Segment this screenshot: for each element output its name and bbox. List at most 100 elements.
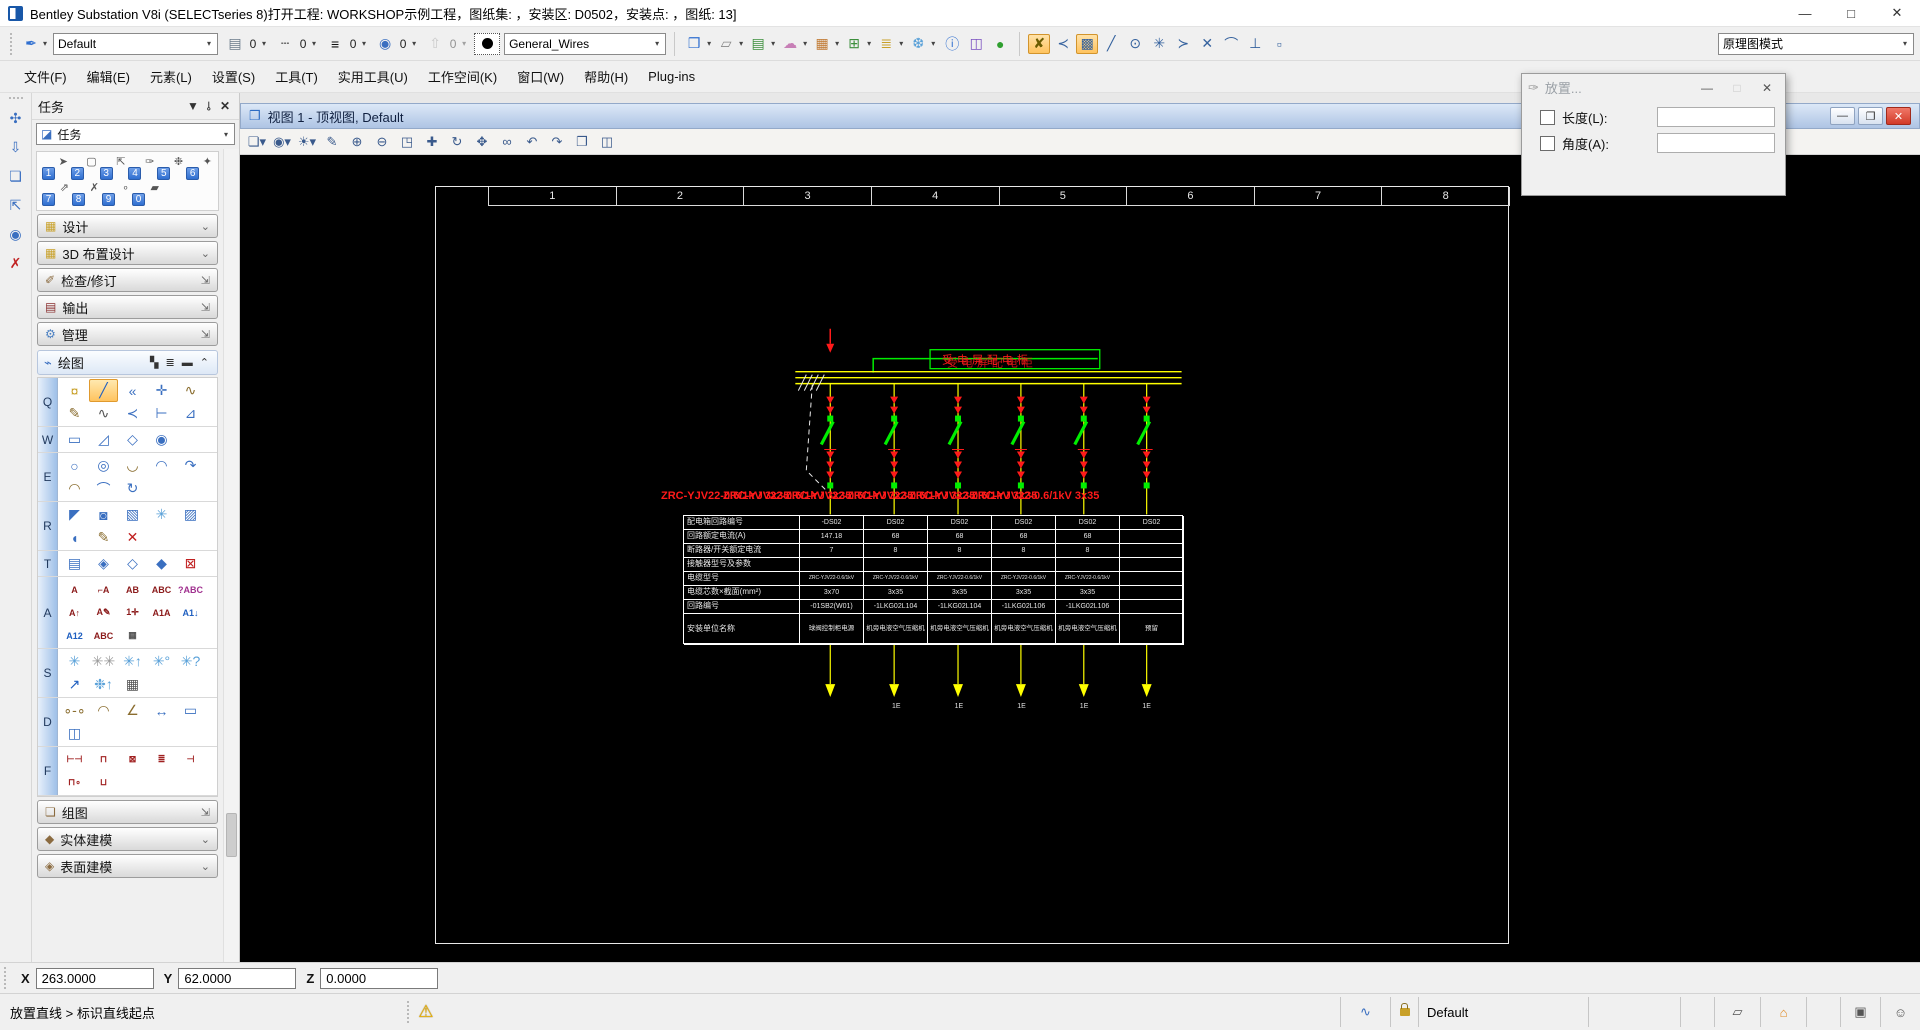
view-tool-button[interactable]: ✥ <box>471 132 493 152</box>
attribute-dropdown[interactable]: ◉ 0 ▾ <box>372 33 420 55</box>
palette-hotkey-tab[interactable]: S <box>38 649 58 697</box>
palette-tool-button[interactable]: ✳✳ <box>89 650 118 673</box>
minimize-button[interactable]: — <box>1782 0 1828 27</box>
palette-tool-button[interactable]: ◿ <box>89 428 118 451</box>
palette-tool-button[interactable]: ✳ <box>60 650 89 673</box>
numbered-tool-button[interactable]: ➤ 1 <box>41 155 70 181</box>
menu-item[interactable]: 窗口(W) <box>507 63 574 90</box>
dialog-titlebar[interactable]: ✑ 放置... — □ ✕ <box>1522 74 1785 101</box>
layout-toggle-icons[interactable]: ▚ ≣ ▬ ⌃ <box>150 356 211 369</box>
numbered-tool-button[interactable]: ❉ 5 <box>156 155 185 181</box>
palette-tool-button[interactable]: A1↓ <box>176 601 205 624</box>
attribute-dropdown[interactable]: ⇧ 0 ▾ <box>422 33 470 55</box>
utility-icon[interactable]: ⓘ <box>941 34 963 54</box>
dock-tool-button[interactable]: ✗ <box>10 255 22 272</box>
task-panel-scrollbar[interactable] <box>223 149 239 962</box>
attribute-dropdown[interactable]: ┄ 0 ▾ <box>272 33 320 55</box>
user-icon[interactable]: ☺ <box>1880 997 1920 1027</box>
fence-cell[interactable] <box>1680 997 1714 1027</box>
palette-tool-button[interactable]: ∘-∘ <box>60 699 89 722</box>
palette-tool-button[interactable]: ◠ <box>147 454 176 477</box>
dgn-status-icon[interactable]: ▱ <box>1714 997 1760 1027</box>
palette-tool-button[interactable]: ≣ <box>147 748 176 771</box>
palette-hotkey-tab[interactable]: T <box>38 551 58 576</box>
snap-mode-button[interactable]: ▫ <box>1268 34 1290 54</box>
palette-tool-button[interactable]: 1✛ <box>118 601 147 624</box>
view-tool-button[interactable]: ↶ <box>521 132 543 152</box>
snap-mode-button[interactable]: ⊥ <box>1244 34 1266 54</box>
task-section-bar[interactable]: ◈ 表面建模 ⌄ <box>37 854 218 878</box>
palette-tool-button[interactable]: ⊢⊣ <box>60 748 89 771</box>
task-section-bar[interactable]: ❏ 组图 ⇲ <box>37 800 218 824</box>
palette-tool-button[interactable]: ⊓ <box>89 748 118 771</box>
view-tool-button[interactable]: ❏▾ <box>246 132 268 152</box>
wireset-combo[interactable]: General_Wires ▾ <box>504 32 667 55</box>
palette-tool-button[interactable]: ⊠ <box>118 748 147 771</box>
palette-tool-button[interactable]: ✎ <box>60 402 89 425</box>
numbered-tool-button[interactable]: ▢ 2 <box>70 155 99 181</box>
palette-tool-button[interactable]: ⊢ <box>147 402 176 425</box>
palette-tool-button[interactable]: ◠ <box>89 699 118 722</box>
palette-hotkey-tab[interactable]: Q <box>38 378 58 426</box>
drawing-section-bar[interactable]: ⌁ 绘图 ▚ ≣ ▬ ⌃ <box>37 350 218 375</box>
palette-tool-button[interactable]: ⊓∘ <box>60 771 89 794</box>
scrollbar-thumb[interactable] <box>226 813 237 857</box>
menu-item[interactable]: 工作空间(K) <box>418 63 507 90</box>
palette-tool-button[interactable]: ⊣ <box>176 748 205 771</box>
palette-tool-button[interactable]: ∠ <box>118 699 147 722</box>
palette-hotkey-tab[interactable]: F <box>38 747 58 795</box>
view-tool-button[interactable]: ⊖ <box>371 132 393 152</box>
palette-tool-button[interactable]: A✎ <box>89 601 118 624</box>
dialog-close-button[interactable]: ✕ <box>1755 81 1779 95</box>
palette-hotkey-tab[interactable]: R <box>38 502 58 550</box>
palette-tool-button[interactable]: ○ <box>60 454 89 477</box>
numbered-tool-button[interactable]: ✦ 6 <box>185 155 214 181</box>
palette-tool-button[interactable]: ╱ <box>89 379 118 402</box>
palette-tool-button[interactable]: ◎ <box>89 454 118 477</box>
place-line-dialog[interactable]: ✑ 放置... — □ ✕ 长度(L): 角度(A): <box>1521 73 1786 196</box>
palette-hotkey-tab[interactable]: W <box>38 427 58 452</box>
snap-mode-button[interactable]: ≺ <box>1052 34 1074 54</box>
palette-tool-button[interactable]: ?ABC <box>176 578 205 601</box>
palette-tool-button[interactable]: ✎ <box>89 526 118 549</box>
view-tool-button[interactable]: ↻ <box>446 132 468 152</box>
primary-tool-dropdown[interactable]: ▤ ▾ <box>747 34 777 54</box>
task-section-bar[interactable]: ◆ 实体建模 ⌄ <box>37 827 218 851</box>
palette-tool-button[interactable]: ∿ <box>89 402 118 425</box>
snap-mode-button[interactable]: ⊙ <box>1124 34 1146 54</box>
snap-mode-button[interactable]: ✕ <box>1196 34 1218 54</box>
dock-tool-button[interactable]: ◉ <box>9 226 21 243</box>
menu-item[interactable]: 编辑(E) <box>77 63 140 90</box>
view-tool-button[interactable]: ◳ <box>396 132 418 152</box>
primary-tool-dropdown[interactable]: ☁ ▾ <box>779 34 809 54</box>
palette-tool-button[interactable]: ⌐A <box>89 578 118 601</box>
palette-tool-button[interactable]: ◇ <box>118 552 147 575</box>
close-panel-icon[interactable]: ✕ <box>217 99 233 113</box>
field-value-input[interactable] <box>1657 107 1775 127</box>
view-close-button[interactable]: ✕ <box>1886 107 1911 125</box>
palette-tool-button[interactable]: ◠ <box>60 477 89 500</box>
numbered-tool-button[interactable]: ∘ 9 <box>101 181 131 207</box>
numbered-tool-button[interactable]: ▰ 0 <box>131 181 161 207</box>
view-tool-button[interactable]: ☀▾ <box>296 132 318 152</box>
dialog-minimize-button[interactable]: — <box>1695 81 1719 95</box>
palette-tool-button[interactable]: ◫ <box>60 722 89 745</box>
palette-tool-button[interactable]: ▨ <box>176 503 205 526</box>
dialog-maximize-button[interactable]: □ <box>1725 81 1749 95</box>
palette-tool-button[interactable]: ↻ <box>118 477 147 500</box>
primary-tool-dropdown[interactable]: ▦ ▾ <box>811 34 841 54</box>
palette-tool-button[interactable]: ◉ <box>147 428 176 451</box>
home-icon[interactable]: ⌂ <box>1760 997 1806 1027</box>
palette-tool-button[interactable]: ✳ <box>147 503 176 526</box>
view-tool-button[interactable]: ⊕ <box>346 132 368 152</box>
menu-item[interactable]: 设置(S) <box>202 63 265 90</box>
schematic-mode-combo[interactable]: 原理图模式 ▾ <box>1718 32 1914 55</box>
palette-tool-button[interactable]: ◡ <box>118 454 147 477</box>
palette-tool-button[interactable]: ▦ <box>118 624 147 647</box>
palette-tool-button[interactable]: AB <box>118 578 147 601</box>
primary-tool-dropdown[interactable]: ❒ ▾ <box>683 34 713 54</box>
palette-tool-button[interactable]: ⌒ <box>89 477 118 500</box>
active-level-combo[interactable]: Default ▾ <box>53 32 219 55</box>
palette-tool-button[interactable]: ✳° <box>147 650 176 673</box>
active-color-swatch[interactable] <box>474 32 501 55</box>
